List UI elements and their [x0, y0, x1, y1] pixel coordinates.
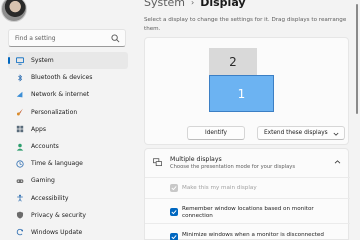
remember-window-locations-checkbox[interactable] — [170, 208, 178, 216]
main-display-checkbox[interactable] — [170, 184, 178, 192]
identify-button[interactable]: Identify — [187, 126, 245, 140]
sidebar-item-windows-update[interactable]: Windows Update — [8, 224, 128, 240]
shield-icon — [16, 211, 24, 219]
option-remember-window-locations: Remember window locations based on monit… — [145, 198, 350, 222]
sidebar-item-label: Time & language — [31, 160, 83, 168]
gaming-icon — [16, 179, 24, 183]
extend-displays-value: Extend these displays — [264, 130, 328, 136]
checkmark-icon — [171, 186, 177, 191]
remember-window-locations-label: Remember window locations based on monit… — [182, 206, 314, 219]
sidebar-item-label: Windows Update — [31, 228, 83, 236]
breadcrumb-system[interactable]: System — [144, 0, 185, 9]
monitor-2[interactable]: 2 — [209, 48, 257, 75]
avatar[interactable] — [1, 0, 27, 22]
globe-clock-icon — [16, 160, 24, 168]
breadcrumb-separator: › — [191, 0, 195, 7]
chevron-down-icon — [333, 132, 339, 136]
search-input[interactable] — [15, 32, 109, 45]
checkmark-icon — [171, 235, 177, 240]
breadcrumb: System › Display — [144, 0, 246, 10]
sidebar-item-label: Personalization — [31, 108, 78, 116]
sidebar-item-personalization[interactable]: Personalization — [8, 104, 128, 121]
display-arrangement-description: Select a display to change the settings … — [144, 17, 347, 32]
minimize-windows-label: Minimize windows when a monitor is disco… — [182, 232, 324, 238]
sidebar-item-label: Accessibility — [31, 194, 69, 202]
sidebar-item-network[interactable]: Network & internet — [8, 86, 128, 103]
sidebar-item-label: Gaming — [31, 177, 55, 185]
option-minimize-windows: Minimize windows when a monitor is disco… — [145, 223, 350, 240]
multiple-displays-card: Multiple displays Choose the presentatio… — [144, 148, 350, 240]
sidebar-item-accessibility[interactable]: Accessibility — [8, 190, 128, 207]
system-icon — [16, 56, 24, 65]
minimize-windows-checkbox[interactable] — [170, 233, 178, 240]
sidebar-item-time-language[interactable]: Time & language — [8, 155, 128, 172]
bluetooth-icon — [18, 74, 23, 82]
display-arrangement-card: 2 1 Identify Extend these displays — [144, 37, 349, 145]
accessibility-icon — [17, 194, 23, 202]
monitor-2-number: 2 — [229, 54, 237, 69]
sidebar-nav: System Bluetooth & devices Network & int… — [8, 52, 128, 240]
sidebar-item-label: Network & internet — [31, 91, 90, 99]
main-display-label: Make this my main display — [182, 185, 257, 191]
accounts-icon — [16, 143, 24, 151]
sidebar-item-label: Bluetooth & devices — [31, 74, 93, 82]
checkmark-icon — [171, 210, 177, 215]
sidebar-item-accounts[interactable]: Accounts — [8, 138, 128, 155]
sidebar: System Bluetooth & devices Network & int… — [0, 0, 134, 240]
network-icon — [16, 91, 23, 98]
sidebar-item-bluetooth[interactable]: Bluetooth & devices — [8, 69, 128, 86]
sidebar-item-label: Accounts — [31, 143, 59, 151]
scrollbar[interactable] — [356, 4, 358, 114]
search-box[interactable] — [8, 29, 126, 47]
sidebar-item-apps[interactable]: Apps — [8, 121, 128, 138]
sidebar-item-label: System — [31, 57, 54, 65]
sidebar-item-label: Privacy & security — [31, 211, 87, 219]
multiple-displays-icon — [153, 158, 162, 167]
brush-icon — [16, 108, 23, 116]
multiple-displays-title: Multiple displays — [170, 156, 222, 163]
search-icon[interactable] — [111, 34, 120, 43]
apps-icon — [16, 126, 24, 133]
sidebar-item-gaming[interactable]: Gaming — [8, 172, 128, 189]
monitor-1-selected[interactable]: 1 — [209, 75, 274, 112]
sidebar-item-privacy-security[interactable]: Privacy & security — [8, 207, 128, 224]
main-content: System › Display Select a display to cha… — [134, 0, 360, 240]
chevron-up-icon[interactable] — [334, 159, 341, 165]
update-icon — [16, 229, 24, 236]
option-main-display: Make this my main display — [145, 177, 350, 197]
sidebar-item-system[interactable]: System — [8, 52, 128, 70]
monitor-1-number: 1 — [237, 86, 246, 101]
page-title: Display — [200, 0, 246, 9]
sidebar-item-label: Apps — [31, 125, 47, 133]
extend-displays-select[interactable]: Extend these displays — [257, 126, 345, 140]
multiple-displays-header[interactable]: Multiple displays Choose the presentatio… — [145, 149, 350, 176]
multiple-displays-subtitle: Choose the presentation mode for your di… — [170, 164, 296, 170]
